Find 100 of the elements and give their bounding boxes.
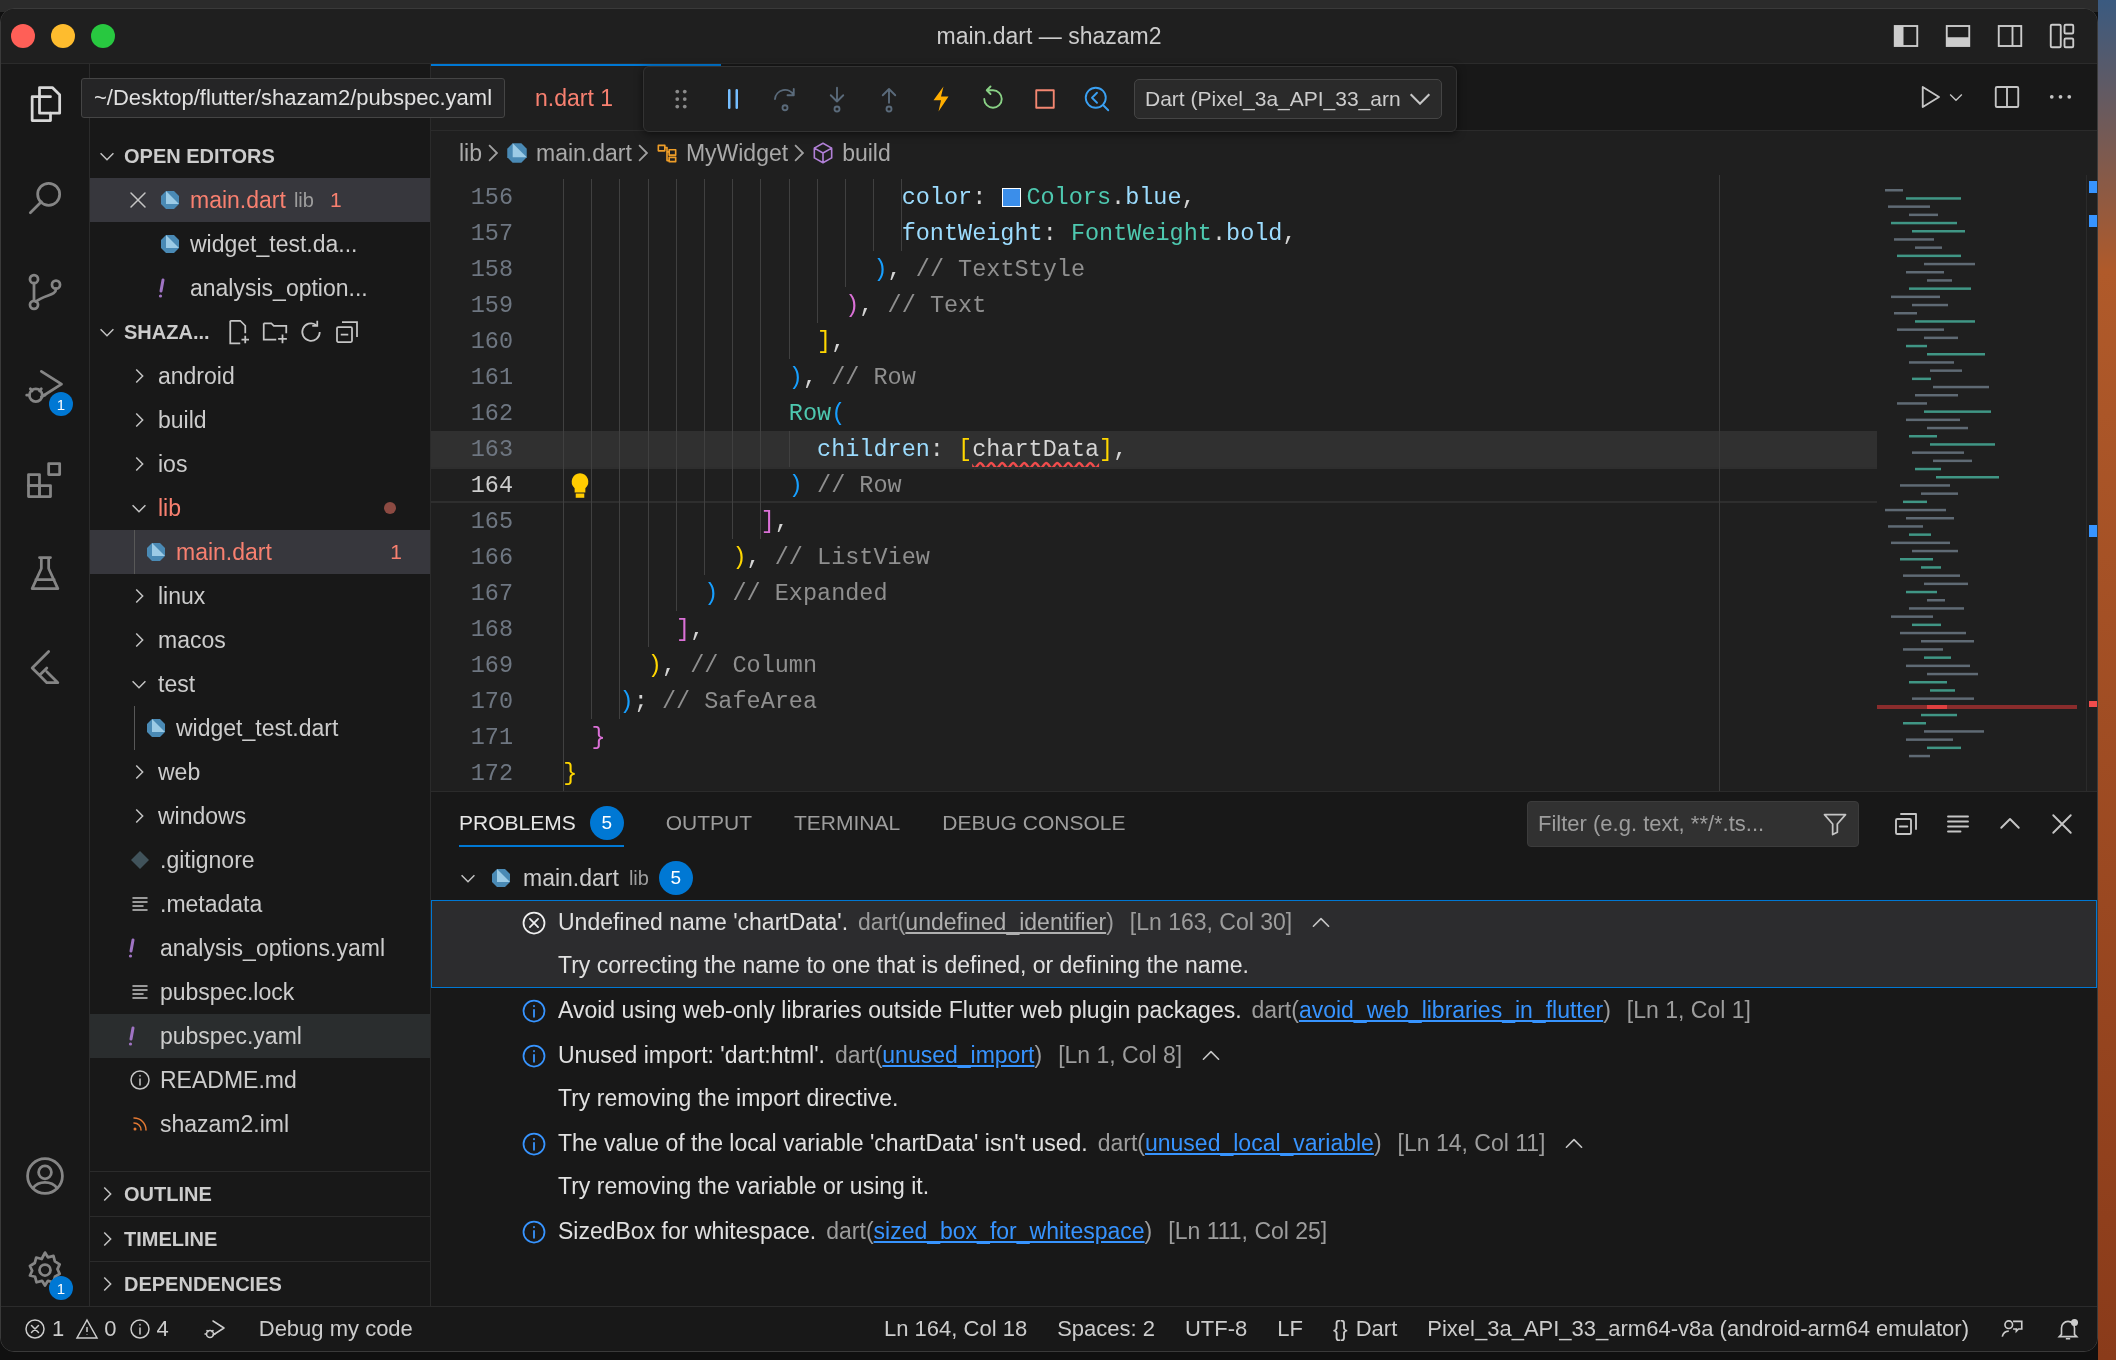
file-name: .gitignore (160, 846, 255, 874)
section-header[interactable]: TIMELINE (90, 1216, 430, 1261)
section-title: TIMELINE (124, 1227, 218, 1251)
section-header[interactable]: OPEN EDITORS (90, 134, 430, 178)
section-title: DEPENDENCIES (124, 1272, 282, 1296)
window-title: main.dart — shazam2 (936, 22, 1162, 50)
dart-file-icon (158, 188, 182, 212)
tree-item[interactable]: pubspec.yaml (90, 1014, 430, 1058)
code-text: Row( (788, 399, 846, 427)
file-name: widget_test.da... (190, 230, 358, 258)
problem-location: [Ln 1, Col 8] (1058, 1042, 1183, 1069)
problem-location: [Ln 1, Col 1] (1626, 997, 1751, 1024)
tree-item[interactable]: web (90, 750, 430, 794)
count-badge: 5 (658, 861, 693, 895)
code-text: } (591, 723, 606, 751)
code-text: fontWeight: FontWeight.bold, (901, 219, 1297, 247)
file-name: macos (158, 626, 226, 654)
bell-icon[interactable] (2055, 1316, 2081, 1342)
rule-link[interactable]: unused_import (882, 1042, 1035, 1068)
minimize-window-button[interactable] (51, 24, 75, 48)
notification-badge: 1 (49, 1276, 73, 1300)
file-name: windows (158, 802, 247, 830)
tree-item[interactable]: .metadata (90, 882, 430, 926)
section-header[interactable]: SHAZA... (90, 310, 430, 354)
problems-status[interactable]: 1 0 4 (23, 1316, 175, 1342)
panel-tab[interactable]: OUTPUT (665, 801, 753, 847)
error-icon (23, 1317, 47, 1341)
status-item[interactable]: LF (1277, 1316, 1303, 1342)
breadcrumb[interactable]: build (842, 139, 891, 167)
tree-item[interactable]: analysis_options.yaml (90, 926, 430, 970)
status-item[interactable]: Ln 164, Col 18 (884, 1316, 1028, 1342)
problem-count: 1 (329, 188, 342, 212)
color-swatch-icon[interactable] (1002, 187, 1022, 207)
scroll-marker (2089, 525, 2097, 537)
line-number: 160 (469, 327, 513, 355)
open-editor-item[interactable]: widget_test.da... (90, 222, 430, 266)
tree-item[interactable]: .gitignore (90, 838, 430, 882)
tree-item[interactable]: linux (90, 574, 430, 618)
tree-item[interactable]: ios (90, 442, 430, 486)
tree-item[interactable]: shazam2.iml (90, 1102, 430, 1146)
problem-item[interactable]: Avoid using web-only libraries outside Flutter web plugin packages. dart(avoid_web_libraries_in_flutter) [Ln 1, Col 1] (431, 988, 2097, 1033)
panel-tab[interactable]: DEBUG CONSOLE (942, 801, 1126, 847)
error-count: 1 (52, 1316, 65, 1342)
file-name: lib (158, 494, 181, 522)
tree-item[interactable]: android (90, 354, 430, 398)
problem-file-row[interactable]: main.dart lib 5 (431, 856, 2097, 900)
file-name: web (158, 758, 201, 786)
status-item[interactable]: UTF-8 (1185, 1316, 1248, 1342)
section-title: SHAZA... (124, 320, 210, 344)
problem-item[interactable]: The value of the local variable 'chartData' isn't used. dart(unused_local_variable) [Ln 14, Col 11] Try removing the variable or using it. (431, 1121, 2097, 1209)
rule-link[interactable]: unused_local_variable (1145, 1130, 1374, 1156)
file-name: analysis_options.yaml (160, 934, 385, 962)
maximize-window-button[interactable] (91, 24, 115, 48)
breadcrumb[interactable]: MyWidget (685, 139, 789, 167)
rule-link[interactable]: undefined_identifier (905, 909, 1107, 935)
debug-label[interactable]: Debug my code (258, 1316, 413, 1342)
tree-item[interactable]: pubspec.lock (90, 970, 430, 1014)
line-number: 165 (469, 507, 513, 535)
filter-field[interactable]: Filter (e.g. text, **/*.ts... (1527, 801, 1859, 847)
rule-link[interactable]: sized_box_for_whitespace (873, 1218, 1145, 1244)
tree-item[interactable]: windows (90, 794, 430, 838)
problem-item[interactable]: Undefined name 'chartData'. dart(undefined_identifier) [Ln 163, Col 30] Try correcting the name to one that is defined, or defining the name. (431, 900, 2097, 988)
file-name: shazam2.iml (160, 1110, 290, 1138)
rule-link[interactable]: avoid_web_libraries_in_flutter (1298, 997, 1604, 1023)
section-header[interactable]: OUTLINE (90, 1171, 430, 1216)
devtools-icon (1082, 84, 1112, 114)
breadcrumb[interactable]: lib (459, 139, 482, 167)
breadcrumb[interactable]: main.dart (536, 139, 632, 167)
open-editor-item[interactable]: main.dart lib 1 (90, 178, 430, 222)
open-editor-item[interactable]: analysis_option... (90, 266, 430, 310)
code-text: ), // Column (647, 651, 818, 679)
close-window-button[interactable] (11, 24, 35, 48)
tree-item[interactable]: README.md (90, 1058, 430, 1102)
panel-tab[interactable]: TERMINAL (794, 801, 901, 847)
tree-item[interactable]: build (90, 398, 430, 442)
tab-label: PROBLEMS (459, 811, 576, 835)
code-text: children: [chartData], (817, 435, 1128, 463)
status-item[interactable]: Dart (1355, 1316, 1398, 1342)
customize-layout-icon[interactable] (2047, 21, 2077, 51)
debug-target-dropdown[interactable]: Dart (Pixel_3a_API_33_arn (1134, 79, 1442, 119)
code-text: ), // TextStyle (873, 255, 1085, 283)
tree-item[interactable]: main.dart 1 (90, 530, 430, 574)
problem-item[interactable]: SizedBox for whitespace. dart(sized_box_for_whitespace) [Ln 111, Col 25] (431, 1209, 2097, 1254)
info-icon (127, 1317, 152, 1341)
folder-label: lib (293, 188, 314, 212)
file-name: main.dart (190, 186, 286, 214)
code-text: ], (817, 327, 846, 355)
tree-item[interactable]: test (90, 662, 430, 706)
file-name: main.dart (523, 864, 619, 892)
dart-file-icon (144, 716, 168, 740)
problem-item[interactable]: Unused import: 'dart:html'. dart(unused_import) [Ln 1, Col 8] Try removing the import directive. (431, 1033, 2097, 1121)
dart-file-icon (504, 140, 530, 166)
tree-item[interactable]: lib (90, 486, 430, 530)
status-item[interactable]: Spaces: 2 (1057, 1316, 1155, 1342)
problem-message: Unused import: 'dart:html'. (558, 1042, 825, 1069)
file-name: pubspec.yaml (160, 1022, 302, 1050)
status-item[interactable]: Pixel_3a_API_33_arm64-v8a (android-arm64 emulator) (1427, 1316, 1969, 1342)
tree-item[interactable]: macos (90, 618, 430, 662)
panel-tab[interactable]: PROBLEMS 5 (459, 801, 624, 847)
tree-item[interactable]: widget_test.dart (90, 706, 430, 750)
